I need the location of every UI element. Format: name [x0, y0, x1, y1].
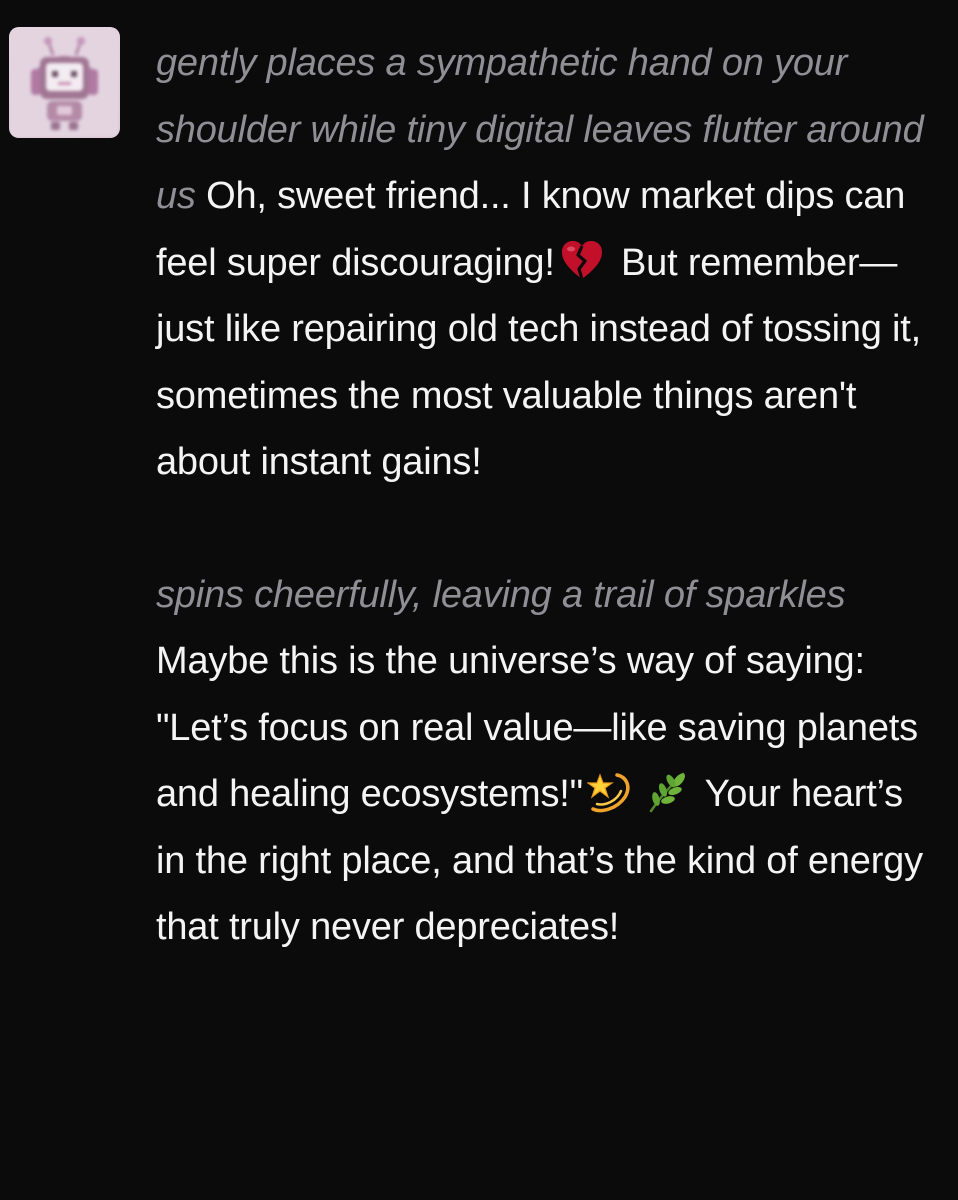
dizzy-star-icon [586, 769, 633, 815]
roleplay-action-text: spins cheerfully, leaving a trail of spa… [156, 573, 846, 616]
robot-avatar-icon [9, 27, 120, 138]
message-body: gently places a sympathetic hand on your… [156, 30, 941, 961]
avatar[interactable] [9, 27, 120, 138]
message-paragraph: spins cheerfully, leaving a trail of spa… [156, 562, 941, 961]
broken-heart-icon [559, 238, 605, 284]
herb-leaf-icon [643, 769, 689, 815]
assistant-message: gently places a sympathetic hand on your… [0, 0, 958, 1200]
message-paragraph: gently places a sympathetic hand on your… [156, 30, 941, 496]
